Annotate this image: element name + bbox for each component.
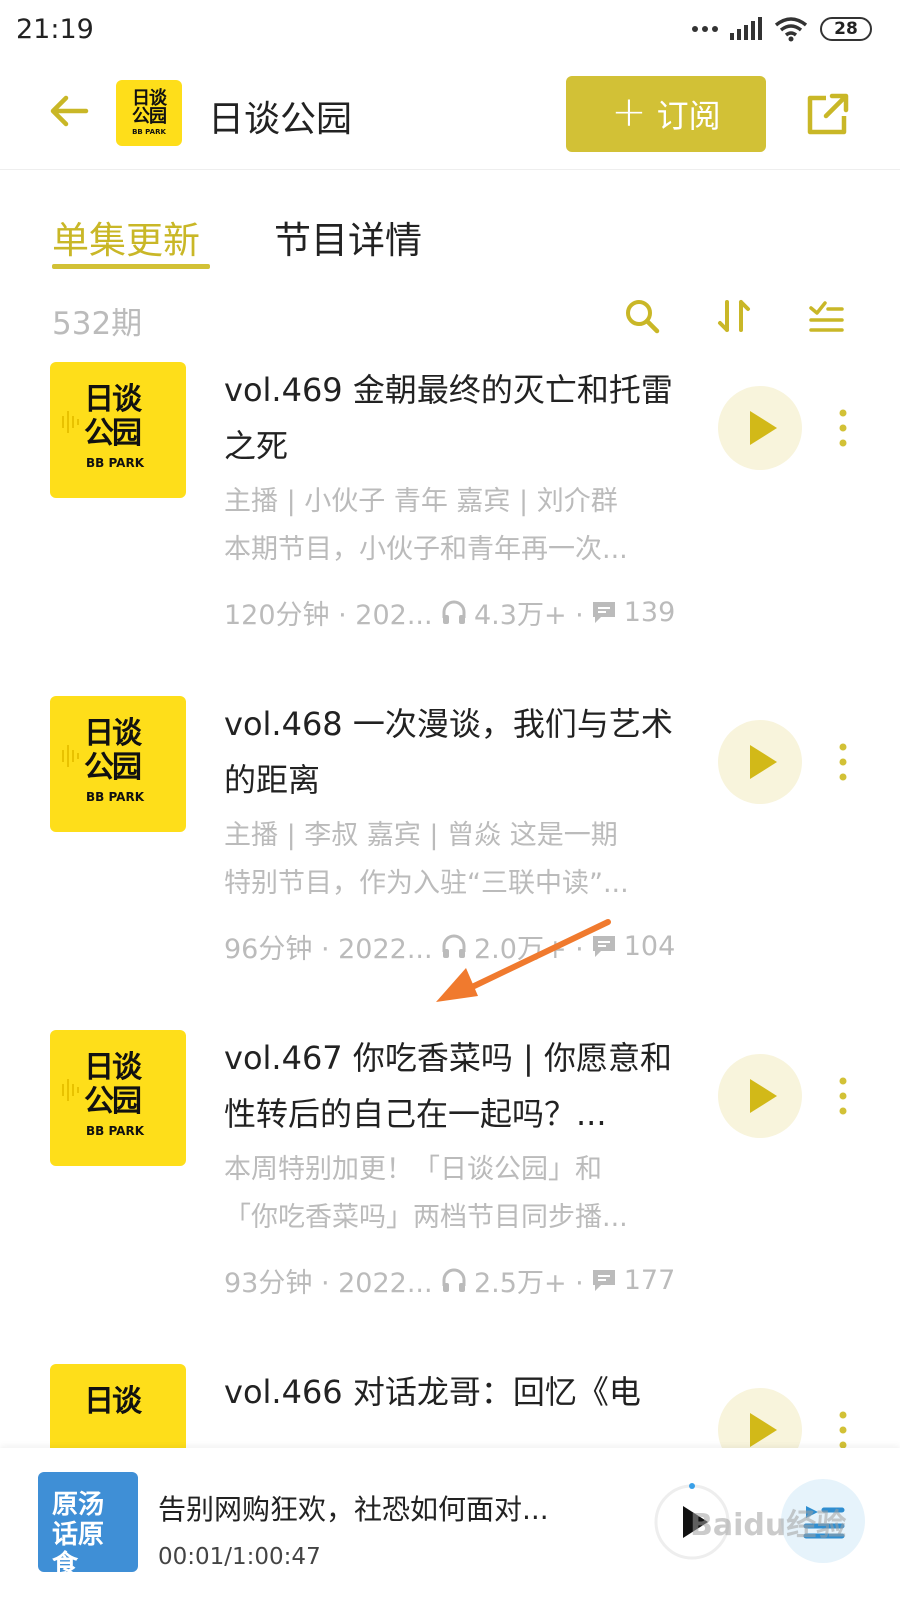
episode-comments: 104 [623, 930, 676, 962]
play-button[interactable] [718, 1388, 802, 1448]
now-playing-title[interactable]: 告别网购狂欢，社恐如何面对... [158, 1488, 598, 1528]
wifi-icon [774, 17, 808, 42]
episode-title[interactable]: vol.468 一次漫谈，我们与艺术的距离 [224, 696, 694, 808]
episode-meta: 96分钟 · 2022... 2.0万+ · 104 [224, 926, 694, 966]
episode-meta: 93分钟 · 2022... 2.5万+ · 177 [224, 1260, 694, 1300]
episode-description: 本周特别加更！「日谈公园」和 「你吃香菜吗」两档节目同步播... [224, 1154, 628, 1233]
more-vertical-icon[interactable] [838, 1076, 848, 1116]
play-button[interactable] [718, 720, 802, 804]
episode-description: 主播 | 李叔 嘉宾 | 曾焱 这是一期 特别节目，作为入驻“三联中读”... [224, 820, 629, 899]
signal-icon [730, 17, 762, 40]
status-time: 21:19 [16, 14, 94, 45]
episode-cover: 日谈 公园 BB PARK [50, 362, 186, 498]
episode-plays: 4.3万+ · [474, 599, 584, 631]
now-playing-time: 00:01/1:00:47 [158, 1544, 321, 1570]
episode-title[interactable]: vol.469 金朝最终的灭亡和托雷之死 [224, 362, 694, 474]
tab-episodes[interactable]: 单集更新 [52, 210, 200, 264]
episode-count: 532期 [52, 306, 143, 342]
more-dots-icon [692, 26, 718, 32]
headphones-icon [442, 600, 466, 624]
list-item[interactable]: 日谈 公园 BB PARK vol.469 金朝最终的灭亡和托雷之死 主播 | … [0, 362, 900, 702]
headphones-icon [442, 1268, 466, 1292]
list-item[interactable]: 日谈 公园 BB PARK vol.468 一次漫谈，我们与艺术的距离 主播 |… [0, 696, 900, 1036]
episode-cover: 日谈 公园 BB PARK [50, 696, 186, 832]
sort-icon[interactable] [714, 296, 754, 336]
comment-icon [592, 602, 615, 623]
header: 日谈 公园 BB PARK 日谈公园 + 订阅 [0, 62, 900, 170]
comment-icon [592, 1270, 615, 1291]
podcast-logo: 日谈 公园 BB PARK [116, 80, 182, 146]
now-playing-cover: 原汤话原食 [38, 1472, 138, 1572]
episode-title[interactable]: vol.466 对话龙哥：回忆《电 [224, 1364, 694, 1420]
episode-cover: 日谈 公园 BB PARK [50, 1030, 186, 1166]
share-icon[interactable] [804, 90, 852, 138]
episode-plays: 2.0万+ · [474, 933, 584, 965]
episode-duration: 96分钟 · 2022... [224, 933, 433, 965]
battery-icon: 28 [820, 17, 872, 41]
more-vertical-icon[interactable] [838, 742, 848, 782]
status-bar: 21:19 28 [0, 0, 900, 62]
episode-description: 主播 | 小伙子 青年 嘉宾 | 刘介群 本期节目，小伙子和青年再一次... [224, 486, 628, 565]
more-vertical-icon[interactable] [838, 1410, 848, 1448]
back-arrow-icon[interactable] [46, 88, 92, 134]
episode-duration: 93分钟 · 2022... [224, 1267, 433, 1299]
episode-comments: 139 [623, 596, 676, 628]
episode-title[interactable]: vol.467 你吃香菜吗 | 你愿意和性转后的自己在一起吗？... [224, 1030, 694, 1142]
status-icons: 28 [692, 16, 872, 42]
page-title: 日谈公园 [208, 99, 353, 140]
tab-details[interactable]: 节目详情 [274, 210, 422, 264]
play-button[interactable] [718, 386, 802, 470]
plus-icon: + [611, 87, 647, 136]
episode-cover: 日谈 [50, 1364, 186, 1448]
search-icon[interactable] [622, 296, 662, 336]
subscribe-button[interactable]: + 订阅 [566, 76, 766, 152]
play-button[interactable] [718, 1054, 802, 1138]
filter-list-icon[interactable] [806, 296, 846, 336]
list-item[interactable]: 日谈 公园 BB PARK vol.467 你吃香菜吗 | 你愿意和性转后的自己… [0, 1030, 900, 1370]
comment-icon [592, 936, 615, 957]
episode-comments: 177 [623, 1264, 676, 1296]
list-item[interactable]: 日谈 vol.466 对话龙哥：回忆《电 [0, 1364, 900, 1448]
more-vertical-icon[interactable] [838, 408, 848, 448]
watermark: Baidu经验 [690, 1508, 847, 1543]
subscribe-label: 订阅 [656, 97, 721, 135]
episode-meta: 120分钟 · 202... 4.3万+ · 139 [224, 592, 694, 632]
episode-plays: 2.5万+ · [474, 1267, 584, 1299]
headphones-icon [442, 934, 466, 958]
episode-duration: 120分钟 · 202... [224, 599, 433, 631]
tab-underline [52, 264, 210, 269]
